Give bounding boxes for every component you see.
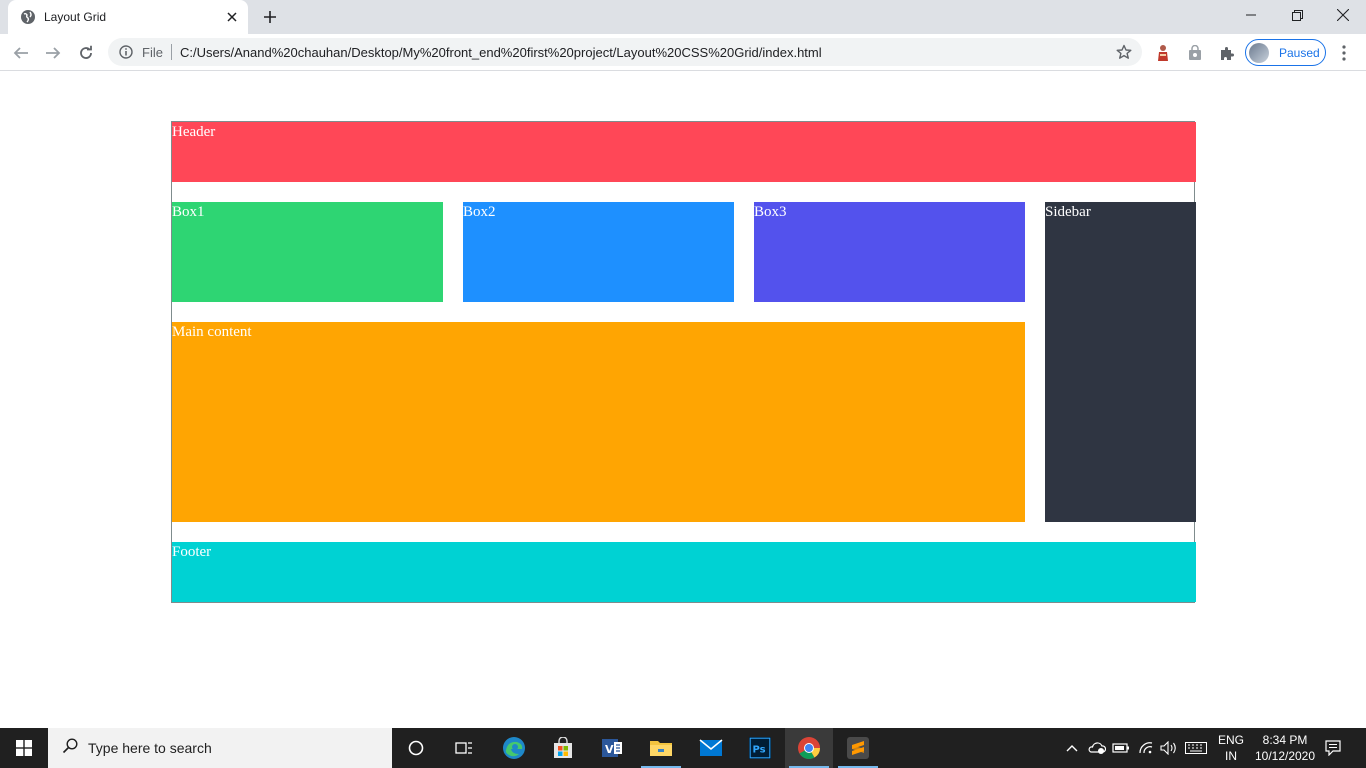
system-clock[interactable]: 8:34 PM 10/12/2020: [1250, 728, 1320, 768]
sublime-text-icon[interactable]: [834, 728, 882, 768]
window-close-icon[interactable]: [1320, 0, 1366, 30]
extensions-puzzle-icon[interactable]: [1216, 42, 1238, 64]
forward-arrow-icon[interactable]: [40, 40, 66, 66]
bookmark-star-icon[interactable]: [1112, 40, 1136, 64]
volume-icon[interactable]: [1158, 728, 1180, 768]
extension-bag-icon[interactable]: [1184, 42, 1206, 64]
grid-footer: Footer: [172, 542, 1196, 602]
more-vert-icon[interactable]: [1334, 41, 1354, 65]
task-view-icon[interactable]: [440, 728, 488, 768]
restore-icon[interactable]: [1274, 0, 1320, 30]
language-indicator[interactable]: ENG IN: [1212, 728, 1250, 768]
address-url[interactable]: C:/Users/Anand%20chauhan/Desktop/My%20fr…: [180, 45, 1112, 60]
cortana-icon[interactable]: [392, 728, 440, 768]
search-placeholder: Type here to search: [88, 740, 212, 756]
profile-button[interactable]: Paused: [1245, 39, 1326, 66]
svg-text:V: V: [605, 743, 614, 756]
battery-icon[interactable]: [1110, 728, 1132, 768]
info-icon[interactable]: [118, 44, 134, 60]
grid-box2: Box2: [463, 202, 734, 302]
grid-main-content: Main content: [172, 322, 1025, 522]
grid-box3: Box3: [754, 202, 1025, 302]
grid-container: Header Box1 Box2 Box3 Sidebar Main conte…: [171, 121, 1196, 603]
action-center-icon[interactable]: [1320, 728, 1346, 768]
address-scheme: File: [142, 44, 163, 60]
grid-header: Header: [172, 122, 1196, 182]
avatar: [1249, 42, 1269, 63]
grid-box1-label: Box1: [172, 204, 205, 220]
keyboard-icon[interactable]: [1183, 728, 1209, 768]
grid-box2-label: Box2: [463, 204, 496, 220]
windows-start-icon[interactable]: [0, 728, 48, 768]
language-code: ENG: [1217, 733, 1244, 747]
store-icon[interactable]: [539, 728, 587, 768]
tab-close-icon[interactable]: [222, 7, 242, 27]
edge-icon[interactable]: [490, 728, 538, 768]
taskbar-search-box[interactable]: Type here to search: [48, 728, 392, 768]
chevron-up-icon[interactable]: [1062, 728, 1082, 768]
svg-text:Ps: Ps: [753, 745, 766, 756]
tab-layout-grid[interactable]: Layout Grid: [8, 0, 248, 34]
clock-date: 10/12/2020: [1254, 749, 1316, 763]
grid-main-label: Main content: [172, 324, 252, 340]
browser-toolbar: File C:/Users/Anand%20chauhan/Desktop/My…: [0, 34, 1366, 71]
new-tab-icon[interactable]: [258, 6, 282, 28]
onedrive-sync-icon[interactable]: [1086, 728, 1108, 768]
address-separator: [170, 44, 172, 60]
tab-strip: Layout Grid: [0, 0, 1366, 34]
globe-icon: [20, 9, 36, 25]
clock-time: 8:34 PM: [1262, 733, 1308, 747]
grid-sidebar: Sidebar: [1045, 202, 1196, 522]
mail-icon[interactable]: [687, 728, 735, 768]
profile-status: Paused: [1279, 45, 1320, 60]
grid-sidebar-label: Sidebar: [1045, 204, 1091, 220]
grid-header-label: Header: [172, 124, 216, 140]
extension-figure-icon[interactable]: [1152, 42, 1174, 64]
search-icon: [62, 737, 78, 759]
wifi-icon[interactable]: [1135, 728, 1157, 768]
tab-title: Layout Grid: [44, 10, 107, 24]
photoshop-icon[interactable]: Ps: [736, 728, 784, 768]
address-bar[interactable]: File C:/Users/Anand%20chauhan/Desktop/My…: [108, 38, 1142, 66]
file-explorer-icon[interactable]: [637, 728, 685, 768]
grid-box1: Box1: [172, 202, 443, 302]
reload-icon[interactable]: [73, 40, 99, 66]
chrome-icon[interactable]: [785, 728, 833, 768]
back-arrow-icon[interactable]: [8, 40, 34, 66]
visual-studio-icon[interactable]: V: [588, 728, 636, 768]
grid-footer-label: Footer: [172, 544, 212, 560]
minimize-icon[interactable]: [1228, 0, 1274, 30]
taskbar: Type here to search V Ps ENG IN 8:34 PM …: [0, 728, 1366, 768]
language-region: IN: [1225, 749, 1237, 763]
grid-box3-label: Box3: [754, 204, 787, 220]
